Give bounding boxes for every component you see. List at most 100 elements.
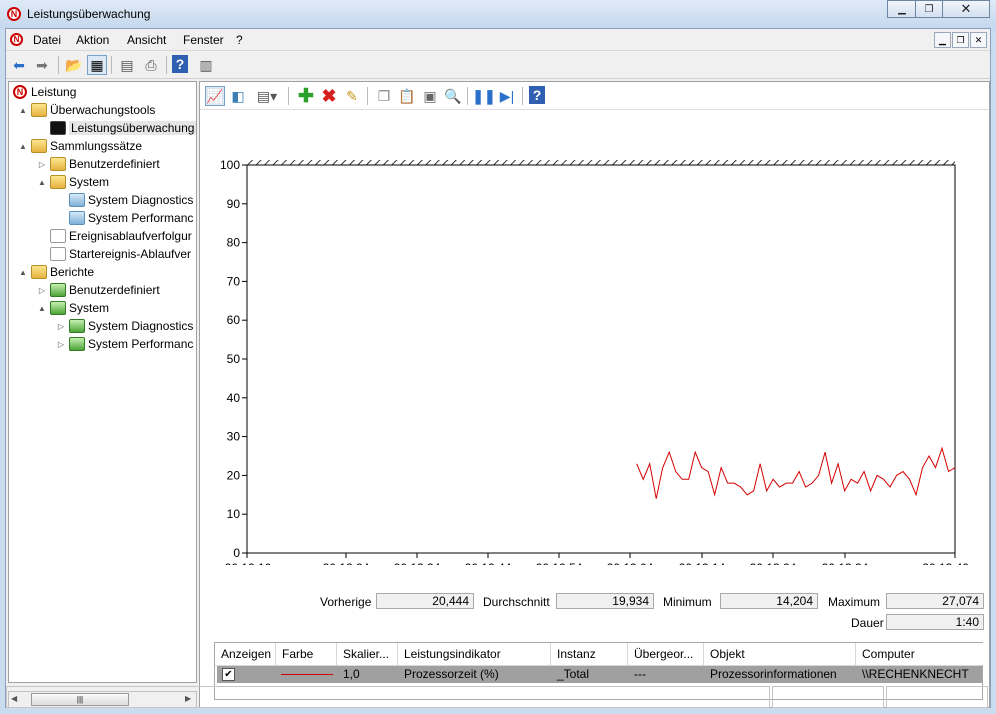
collapse-icon[interactable]: ▲ (18, 106, 28, 115)
tree-item-label: Leistungsüberwachung (69, 121, 196, 135)
tree-item[interactable]: ▲ System (37, 173, 109, 191)
y-tick-label: 60 (227, 313, 241, 327)
column-header-instanz[interactable]: Instanz (551, 643, 628, 665)
zoom-icon[interactable]: 🔍 (443, 86, 463, 106)
tree-item-label: System Performanc (88, 337, 194, 351)
mdi-minimize-button[interactable]: ▁ (934, 32, 951, 48)
minimize-button[interactable]: ▁ (887, 0, 917, 18)
menu-aktion[interactable]: Aktion (76, 33, 109, 47)
forward-icon[interactable]: ➡ (32, 55, 52, 75)
collapse-icon[interactable]: ▲ (18, 268, 28, 277)
toolbar-separator (111, 56, 112, 74)
help-icon[interactable]: ? (529, 86, 545, 104)
menu-ansicht[interactable]: Ansicht (127, 33, 166, 47)
action-pane-icon[interactable]: ▥ (196, 55, 216, 75)
tree-item[interactable]: Startereignis-Ablaufver (37, 245, 191, 263)
show-tree-icon[interactable]: ▦ (87, 55, 107, 75)
tree-item[interactable]: ▷ System Performanc (56, 335, 193, 353)
back-icon[interactable]: ⬅ (9, 55, 29, 75)
y-tick-label: 80 (227, 236, 241, 250)
tree-item[interactable]: Leistungsüberwachung (37, 119, 196, 137)
folder-icon (50, 175, 66, 189)
copy-properties-icon[interactable]: ❐ (374, 86, 394, 106)
maximize-button[interactable]: ❐ (915, 0, 943, 18)
paste-counter-list-icon[interactable]: 📋 (397, 86, 417, 106)
tree-item[interactable]: System Diagnostics (56, 191, 193, 209)
add-counter-icon[interactable]: ✚ (296, 86, 316, 107)
collapse-icon[interactable]: ▲ (37, 178, 47, 187)
column-header-computer[interactable]: Computer (856, 643, 983, 665)
window-title: Leistungsüberwachung (27, 7, 151, 21)
x-tick-label: 20:12:54 (536, 561, 583, 565)
tree-item[interactable]: ▷ Benutzerdefiniert (37, 155, 160, 173)
highlight-icon[interactable]: ✎ (342, 86, 362, 106)
tree-item[interactable]: ▷ System Diagnostics (56, 317, 193, 335)
report-icon (69, 319, 85, 333)
show-checkbox[interactable]: ✔ (222, 668, 235, 681)
status-bar (6, 683, 990, 708)
properties-icon[interactable]: ▣ (420, 86, 440, 106)
help-icon[interactable]: ? (172, 55, 188, 73)
toolbar-separator (467, 87, 468, 105)
freeze-display-icon[interactable]: ❚❚ (472, 86, 495, 106)
console-tree: N Leistung ▲ Überwachungstools Leistungsüber… (8, 81, 197, 683)
tree-item-label: Überwachungstools (50, 103, 156, 117)
tree-item-label: Berichte (50, 265, 95, 279)
y-tick-label: 70 (227, 274, 241, 288)
y-tick-label: 0 (233, 546, 240, 560)
stat-duration-label: Dauer (851, 616, 884, 630)
toolbar-separator (522, 87, 523, 105)
expand-icon[interactable]: ▷ (56, 340, 66, 349)
tree-item[interactable]: ▲ Berichte (18, 263, 94, 281)
doc-icon (50, 247, 66, 261)
close-button[interactable]: ✕ (942, 0, 990, 18)
collapse-icon[interactable]: ▲ (37, 304, 47, 313)
column-header-leistungsindikator[interactable]: Leistungsindikator (398, 643, 551, 665)
main-toolbar: ⬅ ➡ 📂 ▦ ▤ ⎙ ? ▥ (6, 51, 990, 79)
row-scale: 1,0 (343, 667, 360, 681)
column-header-farbe[interactable]: Farbe (276, 643, 337, 665)
performance-monitor-pane: 📈 ◧ ▤▾ ✚ ✖ ✎ ❐ 📋 ▣ 🔍 ❚❚ ▶| ? 0 10 20 30 40 50… (199, 81, 990, 708)
tree-item[interactable]: ▷ Benutzerdefiniert (37, 281, 160, 299)
folder-icon (31, 103, 47, 117)
change-graph-type-icon[interactable]: ▤▾ (252, 86, 282, 106)
expand-icon[interactable]: ▷ (56, 322, 66, 331)
tree-item[interactable]: ▲ System (37, 299, 109, 317)
x-tick-label: 20:13:49 (922, 561, 969, 565)
expand-icon[interactable]: ▷ (37, 160, 47, 169)
update-data-icon[interactable]: ▶| (497, 86, 517, 106)
column-header-anzeigen[interactable]: Anzeigen (215, 643, 276, 665)
perfmon-toolbar: 📈 ◧ ▤▾ ✚ ✖ ✎ ❐ 📋 ▣ 🔍 ❚❚ ▶| ? (200, 82, 989, 110)
tree-item[interactable]: Ereignisablaufverfolgur (37, 227, 192, 245)
tree-item[interactable]: ▲ Sammlungssätze (18, 137, 142, 155)
x-tick-label: 20:12:44 (465, 561, 512, 565)
view-current-activity-icon[interactable]: ◧ (228, 86, 248, 106)
column-header-objekt[interactable]: Objekt (704, 643, 856, 665)
print-icon[interactable]: ⎙ (141, 55, 161, 75)
properties-icon[interactable]: ▤ (117, 55, 137, 75)
stat-max-value: 27,074 (886, 593, 984, 609)
mdi-close-button[interactable]: ✕ (970, 32, 987, 48)
report-icon (69, 337, 85, 351)
menu-datei[interactable]: Datei (33, 33, 61, 47)
tree-item[interactable]: System Performanc (56, 209, 193, 227)
stat-prev-value: 20,444 (376, 593, 474, 609)
color-swatch-line (281, 674, 333, 675)
tree-item[interactable]: N Leistung (13, 83, 76, 101)
column-header-skalierung[interactable]: Skalier... (337, 643, 398, 665)
expand-icon[interactable]: ▷ (37, 286, 47, 295)
stat-min-value: 14,204 (720, 593, 818, 609)
menu-fenster[interactable]: Fenster (183, 33, 224, 47)
y-tick-label: 30 (227, 430, 241, 444)
up-folder-icon[interactable]: 📂 (64, 55, 84, 75)
view-graph-icon[interactable]: 📈 (205, 86, 225, 106)
delete-counter-icon[interactable]: ✖ (319, 86, 339, 106)
tree-item[interactable]: ▲ Überwachungstools (18, 101, 155, 119)
collapse-icon[interactable]: ▲ (18, 142, 28, 151)
row-object: Prozessorinformationen (710, 667, 837, 681)
mdi-restore-button[interactable]: ❐ (952, 32, 969, 48)
menu-help[interactable]: ? (236, 33, 243, 47)
column-header-uebergeordnet[interactable]: Übergeor... (628, 643, 704, 665)
mdi-logo-icon: N (10, 33, 23, 46)
stat-duration-value: 1:40 (886, 614, 984, 630)
